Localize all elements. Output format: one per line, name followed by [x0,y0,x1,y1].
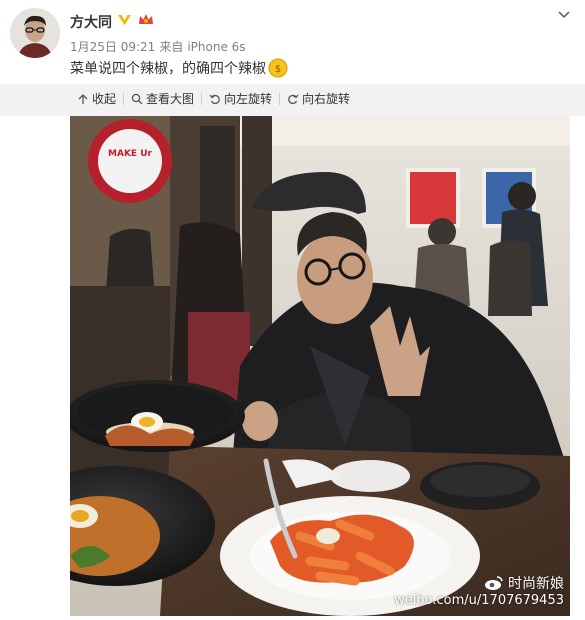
avatar-image [10,8,60,58]
collapse-button[interactable]: 收起 [70,90,123,107]
collapse-icon [78,93,88,104]
post-photo[interactable]: MAKE Ur 时尚新娘 weibo.com/u/1707679453 [70,116,570,616]
watermark-name: 时尚新娘 [508,576,564,592]
view-large-button[interactable]: 查看大图 [124,90,201,107]
post-text: 菜单说四个辣椒，的确四个辣椒 $ [70,58,288,78]
post-date[interactable]: 1月25日 09:21 [70,40,155,54]
post-text-content: 菜单说四个辣椒，的确四个辣椒 [70,61,266,77]
restaurant-photo: MAKE Ur [70,116,570,616]
money-face-emoji-icon: $ [268,58,288,78]
rotate-left-label: 向左旋转 [224,92,273,106]
chevron-down-icon[interactable] [557,8,571,22]
verified-badge-icon[interactable] [117,12,132,27]
member-level-icon[interactable] [137,12,155,27]
svg-text:$: $ [275,64,281,75]
rotate-right-button[interactable]: 向右旋转 [280,90,357,107]
view-large-label: 查看大图 [146,92,195,106]
weibo-logo-icon [485,576,503,590]
watermark-brand: 时尚新娘 [484,573,564,593]
post-meta: 1月25日 09:21 来自 iPhone 6s [70,38,250,55]
collapse-label: 收起 [92,92,117,106]
rotate-left-button[interactable]: 向左旋转 [202,90,279,107]
watermark: 时尚新娘 weibo.com/u/1707679453 [394,573,564,608]
avatar[interactable] [10,8,60,58]
media-toolbar: 收起 查看大图 向左旋转 向右旋转 [70,90,357,107]
rotate-left-icon [209,94,220,104]
rotate-right-label: 向右旋转 [302,92,351,106]
username[interactable]: 方大同 [70,12,112,32]
source-prefix: 来自 [159,40,184,54]
watermark-url: weibo.com/u/1707679453 [394,593,564,608]
restaurant-sign-text: MAKE Ur [108,149,152,159]
rotate-right-icon [288,94,299,104]
search-icon [131,93,143,104]
post-source[interactable]: iPhone 6s [187,40,245,54]
